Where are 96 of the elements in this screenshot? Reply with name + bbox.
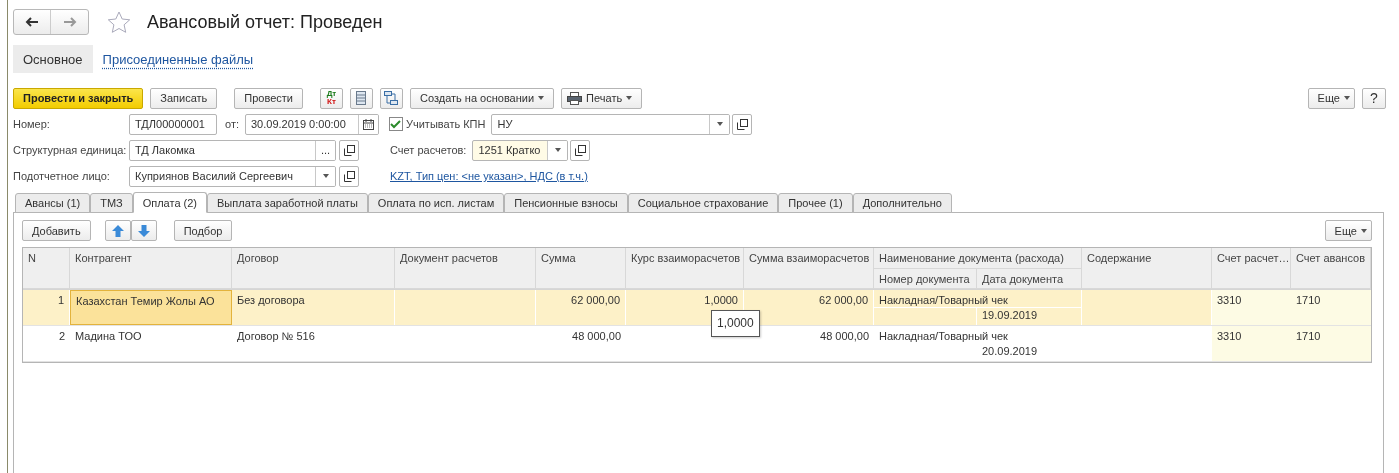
column-header[interactable]: Договор xyxy=(232,248,395,289)
field-label: от: xyxy=(225,118,239,130)
column-header[interactable]: Счет авансов xyxy=(1291,248,1371,289)
create-based-on-button[interactable]: Создать на основании xyxy=(410,87,555,109)
open-icon xyxy=(343,144,355,156)
tab[interactable]: Авансы (1) xyxy=(15,193,91,213)
table-cell: 62 000,00 xyxy=(536,290,626,325)
kpn-field[interactable]: НУ xyxy=(491,113,731,135)
table-cell-text: 48 000,00 xyxy=(571,329,622,344)
open-icon xyxy=(343,170,355,182)
field-label: Подотчетное лицо: xyxy=(13,170,111,182)
column-header[interactable]: Сумма взаиморасчетов xyxy=(744,248,874,289)
table-cell-text: Мадина ТОО xyxy=(74,329,143,344)
open-button[interactable] xyxy=(339,139,359,161)
calendar-icon xyxy=(363,118,374,130)
column-header[interactable]: Дата документа xyxy=(977,269,1082,289)
table-cell: 19.09.2019 xyxy=(977,308,1082,325)
column-header[interactable]: Документ расчетов xyxy=(395,248,536,289)
caret-icon xyxy=(538,96,545,100)
person-field[interactable]: Куприянов Василий Сергеевич xyxy=(129,165,336,187)
pick-button[interactable]: Подбор xyxy=(173,220,233,241)
hierarchy-icon xyxy=(384,91,399,105)
down-arrow-icon xyxy=(137,224,150,237)
star-icon[interactable] xyxy=(107,10,131,34)
structure-button[interactable] xyxy=(380,87,403,109)
forward-arrow-icon xyxy=(62,17,77,27)
prices-link[interactable]: KZT, Тип цен: <не указан>, НДС (в т.ч.) xyxy=(390,170,588,182)
caret-icon xyxy=(554,148,561,152)
account-field[interactable]: 1251 Кратко xyxy=(472,139,569,161)
tab[interactable]: Выплата заработной платы xyxy=(207,193,368,213)
table-cell: 3310 xyxy=(1212,326,1291,361)
table-cell: 1710 xyxy=(1291,326,1371,361)
column-header[interactable]: Сумма xyxy=(536,248,626,289)
print-button[interactable]: Печать xyxy=(561,87,643,109)
open-button[interactable] xyxy=(339,165,359,187)
tab[interactable]: Пенсионные взносы xyxy=(504,193,628,213)
move-up-button[interactable] xyxy=(104,220,131,241)
add-button[interactable]: Добавить xyxy=(22,220,91,241)
open-icon xyxy=(574,144,586,156)
checkbox-label: Учитывать КПН xyxy=(406,118,486,130)
date-field[interactable]: 30.09.2019 0:00:00 xyxy=(245,113,379,135)
check-icon xyxy=(390,119,402,129)
table-cell-text: 20.09.2019 xyxy=(981,344,1039,359)
list-button[interactable] xyxy=(350,87,373,109)
number-field[interactable]: ТДЛ00000001 xyxy=(129,113,217,135)
open-icon xyxy=(737,118,748,130)
column-header[interactable]: Наименование документа (расхода) xyxy=(874,248,1082,269)
table-cell: Без договора xyxy=(232,290,395,325)
column-header[interactable]: Содержание xyxy=(1082,248,1212,289)
caret-icon xyxy=(322,174,329,178)
help-button[interactable]: ? xyxy=(1362,87,1386,109)
list-icon xyxy=(356,91,367,105)
printer-icon xyxy=(567,91,583,105)
debit-credit-button[interactable]: Дт Кт xyxy=(320,87,343,109)
caret-icon xyxy=(1344,96,1350,100)
caret-icon xyxy=(626,96,633,100)
tab[interactable]: ТМЗ xyxy=(90,193,133,213)
column-header[interactable]: Номер документа xyxy=(874,269,977,289)
field-label: Номер: xyxy=(13,118,51,130)
kpn-checkbox[interactable] xyxy=(389,117,403,131)
select-button[interactable]: ... xyxy=(315,140,335,160)
move-down-button[interactable] xyxy=(130,220,157,241)
command-button[interactable]: Провести xyxy=(234,87,303,109)
column-header[interactable]: Контрагент xyxy=(70,248,232,289)
command-button[interactable]: Записать xyxy=(150,87,218,109)
row-number: 2 xyxy=(57,329,66,344)
tab[interactable]: Дополнительно xyxy=(852,193,952,213)
column-header[interactable]: Счет расчет… xyxy=(1212,248,1291,289)
tab[interactable]: Прочее (1) xyxy=(778,193,853,213)
tab[interactable]: Социальное страхование xyxy=(627,193,779,213)
open-button[interactable] xyxy=(732,113,753,135)
back-arrow-icon xyxy=(25,17,39,27)
table-cell: 3310 xyxy=(1212,290,1291,325)
table-cell: 1710 xyxy=(1291,290,1371,325)
open-button[interactable] xyxy=(570,139,591,161)
table-cell-text: Договор № 516 xyxy=(236,329,316,344)
section-tab[interactable]: Основное xyxy=(13,45,93,73)
tooltip: 1,0000 xyxy=(711,310,760,337)
table-cell-text: Накладная/Товарный чек xyxy=(878,329,1009,344)
post-and-close-button[interactable]: Провести и закрыть xyxy=(13,87,144,109)
table-cell: Казахстан Темир Жолы АО xyxy=(70,290,232,325)
unit-field[interactable]: ТД Лакомка ... xyxy=(129,139,336,161)
column-header[interactable]: N xyxy=(23,248,70,289)
more-button[interactable]: Еще xyxy=(1307,87,1355,109)
tab[interactable]: Оплата по исп. листам xyxy=(367,193,505,213)
caret-icon xyxy=(717,122,723,126)
table-cell-text: 48 000,00 xyxy=(819,329,870,344)
column-header[interactable]: Курс взаиморасчетов xyxy=(626,248,744,289)
field-label: Счет расчетов: xyxy=(390,144,467,156)
window-title: Авансовый отчет: Проведен xyxy=(147,11,383,33)
table-cell: Накладная/Товарный чек xyxy=(874,290,1082,308)
up-arrow-icon xyxy=(111,224,124,237)
section-tab[interactable]: Присоединенные файлы xyxy=(92,45,264,73)
caret-icon xyxy=(1361,228,1367,233)
more-button[interactable]: Еще xyxy=(1324,220,1372,241)
tab[interactable]: Оплата (2) xyxy=(132,192,208,213)
